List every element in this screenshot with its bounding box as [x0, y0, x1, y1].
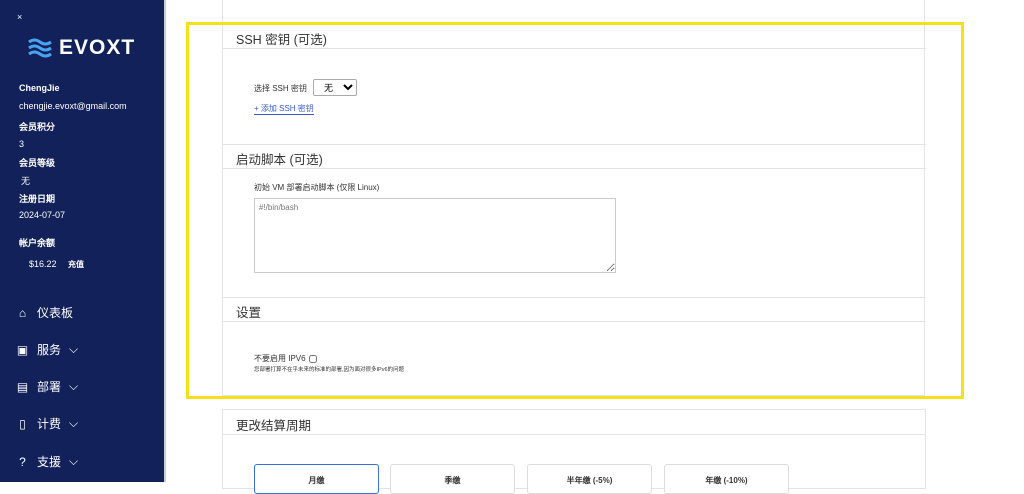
balance-label: 帐户余额 — [19, 238, 56, 248]
reg-date-value: 2024-07-07 — [19, 210, 66, 220]
nav-label: 仪表板 — [37, 306, 74, 320]
divider — [222, 297, 926, 298]
divider — [222, 48, 926, 49]
recharge-link[interactable]: 充值 — [68, 259, 84, 270]
chevron-down-icon: ⌵ — [69, 416, 79, 430]
logo[interactable]: EVOXT — [28, 36, 135, 60]
ssh-select-label: 选择 SSH 密钥 — [254, 84, 307, 93]
billing-monthly-button[interactable]: 月缴 — [254, 464, 379, 494]
email: chengjie.evoxt@gmail.com — [19, 101, 127, 111]
nav-services[interactable]: ▣ 服务 ⌵ — [16, 341, 78, 358]
wave-logo-icon — [28, 38, 52, 58]
nav-deploy[interactable]: ▤ 部署 ⌵ — [16, 378, 78, 395]
divider — [222, 168, 926, 169]
username: ChengJie — [19, 83, 60, 93]
help-icon: ? — [19, 454, 26, 469]
balance-value: $16.22 — [29, 259, 57, 269]
nav-label: 服务 — [37, 343, 62, 357]
points-value: 3 — [19, 139, 25, 149]
billing-section-title: 更改结算周期 — [236, 419, 312, 433]
add-ssh-key-link[interactable]: + 添加 SSH 密钥 — [254, 103, 314, 115]
divider — [222, 321, 926, 322]
nav-support[interactable]: ? 支援 ⌵ — [16, 453, 78, 470]
box-icon: ▣ — [16, 342, 29, 357]
billing-semiannual-button[interactable]: 半年缴 (-5%) — [527, 464, 652, 494]
nav-label: 部署 — [37, 380, 62, 394]
ssh-section-title: SSH 密钥 (可选) — [236, 33, 327, 47]
ipv6-label: 不要启用 IPV6 — [254, 354, 306, 363]
calendar-icon: ▤ — [16, 379, 29, 394]
chevron-down-icon: ⌵ — [69, 342, 79, 356]
settings-section-title: 设置 — [236, 306, 262, 320]
ipv6-note: 您部署打算不在乎未来的标准的部署,因为面对很多IPv6的问题 — [254, 367, 405, 373]
script-section-title: 启动脚本 (可选) — [236, 153, 323, 167]
ssh-key-select[interactable]: 无 — [313, 79, 357, 96]
reg-date-label: 注册日期 — [19, 194, 56, 204]
nav-label: 计费 — [37, 417, 62, 431]
level-value: 无 — [21, 176, 31, 186]
ipv6-option: 不要启用 IPV6 — [254, 353, 317, 364]
script-label: 初始 VM 部署启动脚本 (仅限 Linux) — [254, 183, 380, 192]
close-icon[interactable]: × — [17, 12, 22, 22]
sidebar: × EVOXT ChengJie chengjie.evoxt@gmail.co… — [0, 0, 166, 482]
nav-dashboard[interactable]: ⌂ 仪表板 — [16, 304, 73, 321]
chevron-down-icon: ⌵ — [69, 454, 79, 468]
divider — [222, 434, 926, 435]
startup-script-input[interactable] — [254, 198, 616, 273]
nav-billing[interactable]: ▯ 计费 ⌵ — [16, 415, 78, 432]
brand-name: EVOXT — [59, 36, 136, 59]
billing-annual-button[interactable]: 年缴 (-10%) — [664, 464, 789, 494]
chevron-down-icon: ⌵ — [69, 379, 79, 393]
level-label: 会员等级 — [19, 158, 56, 168]
nav-label: 支援 — [37, 455, 62, 469]
document-icon: ▯ — [19, 416, 26, 431]
divider — [222, 144, 926, 145]
home-icon: ⌂ — [18, 305, 27, 320]
points-label: 会员积分 — [19, 122, 56, 132]
disable-ipv6-checkbox[interactable] — [308, 354, 317, 363]
billing-quarterly-button[interactable]: 季缴 — [390, 464, 515, 494]
